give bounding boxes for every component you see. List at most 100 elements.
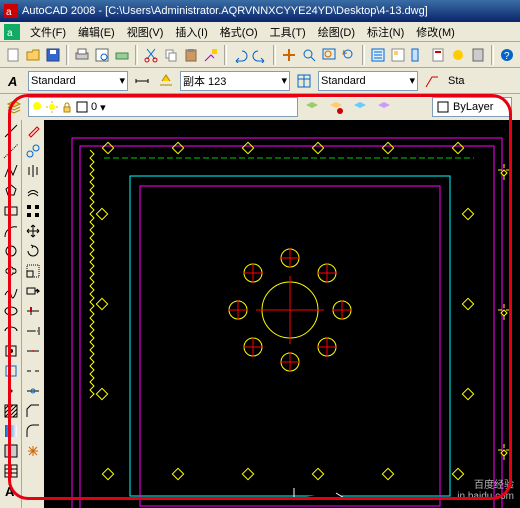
line-tool[interactable] [2, 122, 20, 140]
layer-match-button[interactable] [374, 97, 394, 117]
truncated-label: Sta [448, 75, 465, 87]
dim-style-combo[interactable]: 副本 123 ▾ [180, 71, 290, 91]
block-tool[interactable] [2, 342, 20, 360]
styles-toolbar: A Standard ▾ 副本 123 ▾ Standard ▾ Sta [0, 68, 520, 94]
layer-manager-button[interactable] [4, 97, 24, 117]
cut-button[interactable] [142, 45, 160, 65]
mtext-tool[interactable]: A [2, 482, 20, 500]
text-style-combo[interactable]: Standard ▾ [28, 71, 128, 91]
preview-button[interactable] [93, 45, 111, 65]
modify-toolbar [22, 120, 44, 508]
dim-style-button[interactable] [132, 71, 152, 91]
trim-tool[interactable] [24, 302, 42, 320]
menu-insert[interactable]: 插入(I) [169, 22, 213, 42]
undo-button[interactable] [231, 45, 249, 65]
pan-button[interactable] [280, 45, 298, 65]
polygon-tool[interactable] [2, 182, 20, 200]
array-tool[interactable] [24, 202, 42, 220]
help-button[interactable]: ? [498, 45, 516, 65]
offset-tool[interactable] [24, 182, 42, 200]
copy-tool[interactable] [24, 142, 42, 160]
table-style-button[interactable] [294, 71, 314, 91]
rotate-tool[interactable] [24, 242, 42, 260]
menu-bar: a 文件(F) 编辑(E) 视图(V) 插入(I) 格式(O) 工具(T) 绘图… [0, 22, 520, 42]
zoomprev-button[interactable] [340, 45, 358, 65]
sun-icon [46, 101, 58, 113]
break-tool[interactable] [24, 362, 42, 380]
chevron-down-icon: ▾ [119, 74, 125, 87]
layer-states-button[interactable] [326, 97, 346, 117]
join-tool[interactable] [24, 382, 42, 400]
circle-tool[interactable] [2, 242, 20, 260]
menu-format[interactable]: 格式(O) [214, 22, 264, 42]
window-title: AutoCAD 2008 - [C:\Users\Administrator.A… [22, 5, 428, 17]
point-tool[interactable] [2, 382, 20, 400]
color-combo[interactable]: ByLayer [432, 97, 512, 117]
sheets-button[interactable] [429, 45, 447, 65]
revcloud-tool[interactable] [2, 262, 20, 280]
color-icon [76, 101, 88, 113]
region-tool[interactable] [2, 442, 20, 460]
standard-toolbar: ? [0, 42, 520, 68]
drawing-canvas[interactable]: 百度经验 in.baidu.com [44, 120, 520, 508]
redo-button[interactable] [251, 45, 269, 65]
publish-button[interactable] [113, 45, 131, 65]
svg-text:A: A [5, 484, 15, 499]
zoom-button[interactable] [300, 45, 318, 65]
draw-toolbar: A [0, 120, 22, 508]
move-tool[interactable] [24, 222, 42, 240]
chevron-down-icon: ▾ [281, 74, 287, 87]
gradient-tool[interactable] [2, 422, 20, 440]
hatch-tool[interactable] [2, 402, 20, 420]
open-button[interactable] [24, 45, 42, 65]
fillet-tool[interactable] [24, 422, 42, 440]
mleader-button[interactable] [422, 71, 442, 91]
zoomwin-button[interactable] [320, 45, 338, 65]
text-style-button[interactable]: A [4, 71, 24, 91]
work-area: A [0, 120, 520, 508]
layer-combo[interactable]: 0 ▾ [28, 97, 298, 117]
menu-dimension[interactable]: 标注(N) [361, 22, 410, 42]
ellipse-arc-tool[interactable] [2, 322, 20, 340]
title-bar: a AutoCAD 2008 - [C:\Users\Administrator… [0, 0, 520, 22]
chamfer-tool[interactable] [24, 402, 42, 420]
table-tool[interactable] [2, 462, 20, 480]
props-button[interactable] [369, 45, 387, 65]
pline-tool[interactable] [2, 162, 20, 180]
ellipse-tool[interactable] [2, 302, 20, 320]
calc-button[interactable] [469, 45, 487, 65]
scale-tool[interactable] [24, 262, 42, 280]
paste-button[interactable] [182, 45, 200, 65]
menu-tools[interactable]: 工具(T) [264, 22, 312, 42]
explode-tool[interactable] [24, 442, 42, 460]
erase-tool[interactable] [24, 122, 42, 140]
menu-modify[interactable]: 修改(M) [410, 22, 461, 42]
menu-draw[interactable]: 绘图(D) [312, 22, 361, 42]
spline-tool[interactable] [2, 282, 20, 300]
arc-tool[interactable] [2, 222, 20, 240]
rectangle-tool[interactable] [2, 202, 20, 220]
make-block-tool[interactable] [2, 362, 20, 380]
menu-edit[interactable]: 编辑(E) [72, 22, 121, 42]
copy-button[interactable] [162, 45, 180, 65]
xline-tool[interactable] [2, 142, 20, 160]
menu-view[interactable]: 视图(V) [121, 22, 170, 42]
dcenter-button[interactable] [389, 45, 407, 65]
lightbulb-icon [31, 101, 43, 113]
plot-button[interactable] [73, 45, 91, 65]
break-point-tool[interactable] [24, 342, 42, 360]
layer-prev-button[interactable] [302, 97, 322, 117]
dim-update-button[interactable] [156, 71, 176, 91]
stretch-tool[interactable] [24, 282, 42, 300]
match-button[interactable] [202, 45, 220, 65]
mirror-tool[interactable] [24, 162, 42, 180]
save-button[interactable] [44, 45, 62, 65]
markup-button[interactable] [449, 45, 467, 65]
table-style-combo[interactable]: Standard ▾ [318, 71, 418, 91]
color-swatch-icon [437, 101, 449, 113]
layer-iso-button[interactable] [350, 97, 370, 117]
new-button[interactable] [4, 45, 22, 65]
menu-file[interactable]: 文件(F) [24, 22, 72, 42]
extend-tool[interactable] [24, 322, 42, 340]
palette-button[interactable] [409, 45, 427, 65]
